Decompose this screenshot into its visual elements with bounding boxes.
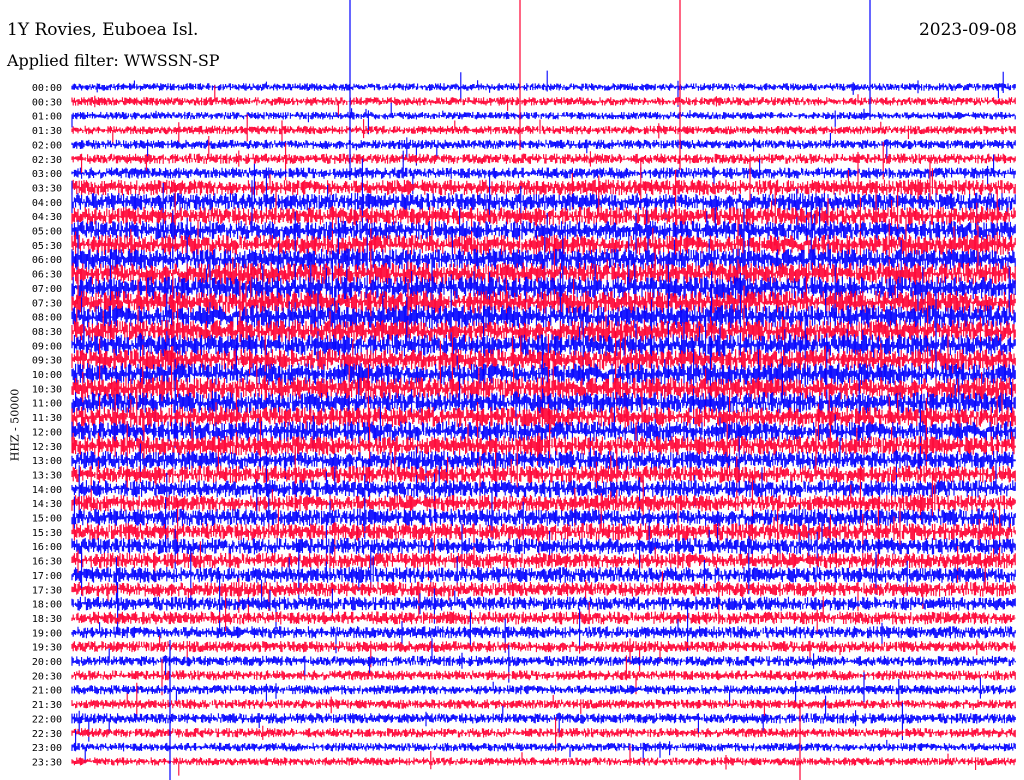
row-label: 11:30 — [32, 413, 62, 424]
row-label: 15:00 — [32, 514, 62, 525]
row-label: 01:00 — [32, 112, 62, 123]
row-label: 23:00 — [32, 743, 62, 754]
row-label: 05:00 — [32, 227, 62, 238]
helicorder-plot: 00:00 00:30 01:00 01:30 02:00 02:30 03:00 03:30… — [32, 0, 1016, 780]
trace-line — [71, 635, 1016, 672]
row-label: 13:00 — [32, 456, 62, 467]
row-label: 13:30 — [32, 470, 62, 481]
row-label: 14:30 — [32, 499, 62, 510]
row-label: 22:00 — [32, 714, 62, 725]
row-label: 21:00 — [32, 686, 62, 697]
row-label: 12:00 — [32, 427, 62, 438]
row-label: 12:30 — [32, 442, 62, 453]
row-label: 22:30 — [32, 729, 62, 740]
row-label: 06:00 — [32, 255, 62, 266]
row-label: 20:00 — [32, 657, 62, 668]
row-label: 08:00 — [32, 313, 62, 324]
row-label: 00:30 — [32, 97, 62, 108]
row-label: 01:30 — [32, 126, 62, 137]
trace-line — [71, 571, 1016, 634]
row-label: 09:00 — [32, 341, 62, 352]
row-label: 19:00 — [32, 628, 62, 639]
row-label: 16:00 — [32, 542, 62, 553]
row-label: 05:30 — [32, 241, 62, 252]
trace-line — [71, 556, 1016, 623]
row-label: 19:30 — [32, 643, 62, 654]
row-label: 15:30 — [32, 528, 62, 539]
row-label: 20:30 — [32, 671, 62, 682]
row-label: 04:30 — [32, 212, 62, 223]
row-label: 17:00 — [32, 571, 62, 582]
row-label: 03:00 — [32, 169, 62, 180]
row-label: 21:30 — [32, 700, 62, 711]
row-label: 00:00 — [32, 83, 62, 94]
row-label: 16:30 — [32, 557, 62, 568]
row-label: 04:00 — [32, 198, 62, 209]
row-label: 08:30 — [32, 327, 62, 338]
row-label: 18:30 — [32, 614, 62, 625]
row-label: 10:00 — [32, 370, 62, 381]
row-label: 10:30 — [32, 384, 62, 395]
row-label: 02:30 — [32, 155, 62, 166]
row-label: 11:00 — [32, 399, 62, 410]
row-label: 14:00 — [32, 485, 62, 496]
row-label: 02:00 — [32, 140, 62, 151]
row-label: 09:30 — [32, 356, 62, 367]
row-label: 18:00 — [32, 600, 62, 611]
trace-line — [71, 114, 1016, 145]
trace-line — [71, 85, 1016, 118]
row-label: 23:30 — [32, 757, 62, 768]
row-label: 07:00 — [32, 284, 62, 295]
row-label: 06:30 — [32, 270, 62, 281]
row-label: 17:30 — [32, 585, 62, 596]
row-label: 07:30 — [32, 298, 62, 309]
row-label: 03:30 — [32, 183, 62, 194]
